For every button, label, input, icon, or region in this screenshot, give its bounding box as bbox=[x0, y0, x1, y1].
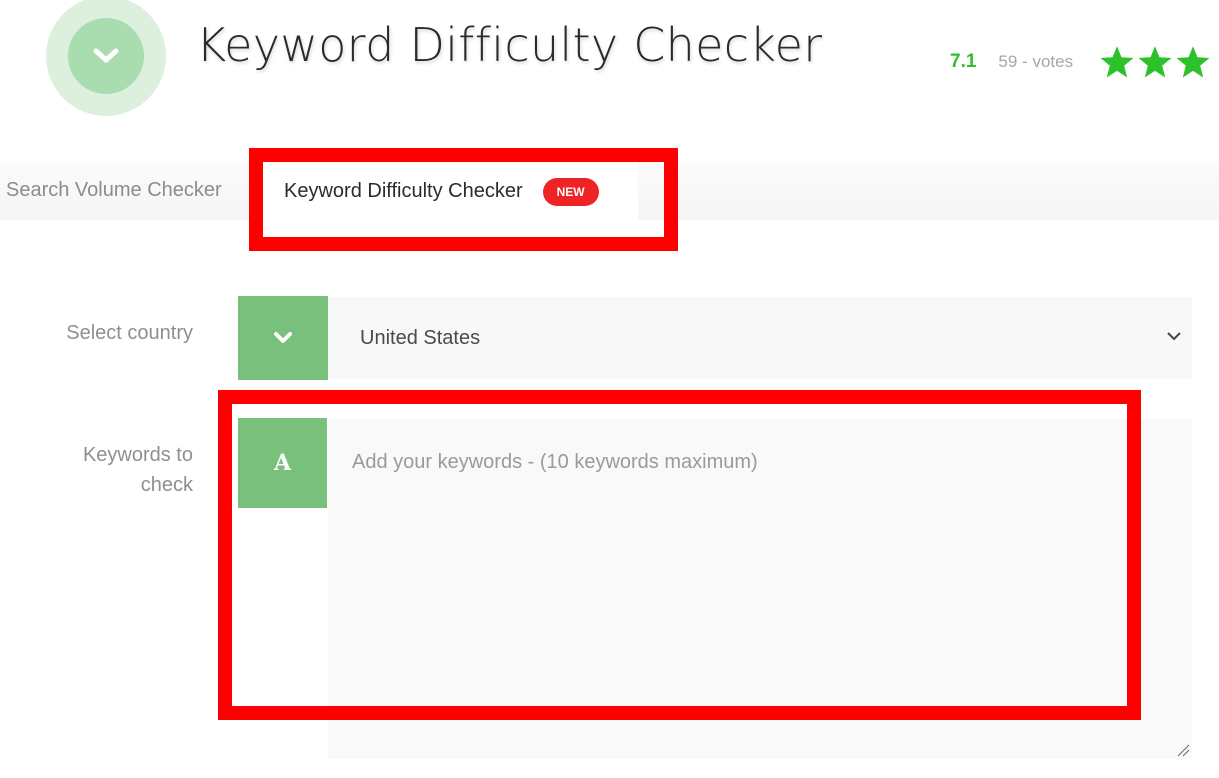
star-icon[interactable] bbox=[1175, 44, 1211, 80]
tab-label: Search Volume Checker bbox=[6, 179, 222, 201]
tab-search-volume-checker[interactable]: Search Volume Checker bbox=[6, 161, 222, 220]
chevron-down-icon bbox=[93, 48, 119, 63]
rating: 7.1 59 - votes bbox=[950, 44, 1211, 80]
new-badge: NEW bbox=[542, 178, 599, 206]
tab-label: Keyword Difficulty Checker bbox=[284, 180, 523, 202]
country-label: Select country bbox=[66, 322, 193, 344]
country-addon bbox=[238, 296, 328, 380]
country-select[interactable]: United States bbox=[328, 297, 1192, 379]
keywords-addon: A bbox=[238, 418, 327, 508]
star-icon[interactable] bbox=[1099, 44, 1135, 80]
logo bbox=[46, 0, 166, 116]
dropdown-chevron-icon bbox=[1167, 332, 1181, 341]
rating-votes: 59 - votes bbox=[998, 52, 1074, 71]
keywords-placeholder: Add your keywords - (10 keywords maximum… bbox=[352, 451, 758, 473]
keywords-label: Keywords to check bbox=[82, 444, 193, 496]
country-selected-value: United States bbox=[360, 326, 481, 349]
font-letter-icon: A bbox=[273, 450, 292, 476]
logo-inner-circle bbox=[68, 18, 144, 94]
rating-score: 7.1 bbox=[950, 51, 977, 72]
keywords-textarea[interactable]: Add your keywords - (10 keywords maximum… bbox=[328, 419, 1192, 759]
chevron-down-icon bbox=[274, 332, 292, 343]
rating-stars[interactable] bbox=[1099, 44, 1211, 80]
page-title: Keyword Difficulty Checker bbox=[196, 18, 823, 72]
tab-keyword-difficulty-checker[interactable]: Keyword Difficulty Checker NEW bbox=[250, 150, 638, 246]
star-icon[interactable] bbox=[1137, 44, 1173, 80]
resize-handle-icon[interactable] bbox=[1176, 743, 1190, 757]
